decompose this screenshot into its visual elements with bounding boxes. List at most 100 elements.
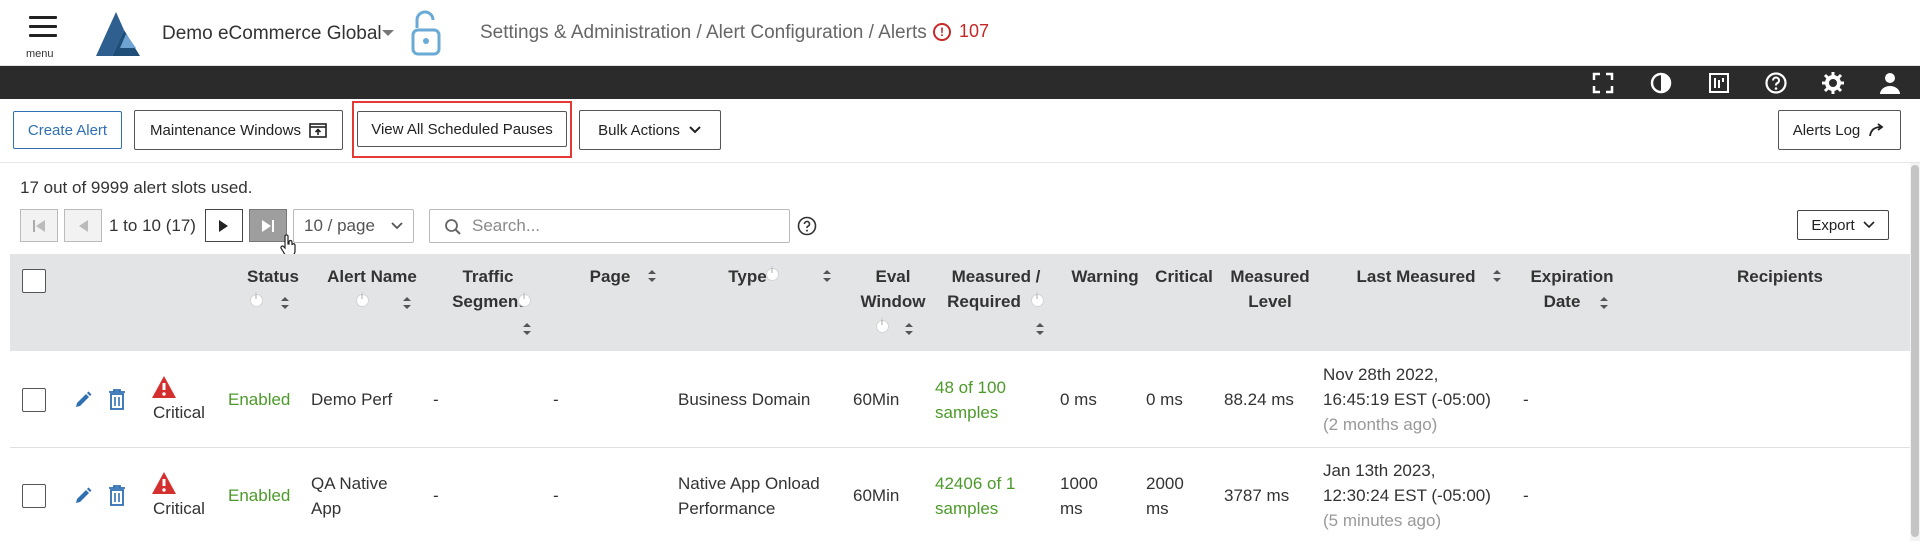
measured-level: 88.24 ms (1224, 390, 1294, 409)
chevron-down-icon[interactable] (382, 30, 394, 36)
delete-icon[interactable] (108, 484, 126, 506)
sort-icon[interactable] (522, 322, 532, 336)
info-icon[interactable] (250, 291, 263, 307)
measured-required: 42406 of 1 (935, 474, 1016, 493)
next-page-button[interactable] (205, 209, 243, 242)
info-icon[interactable] (518, 291, 531, 307)
sort-icon[interactable] (1599, 296, 1609, 310)
info-icon[interactable] (766, 265, 779, 281)
page: - (553, 390, 559, 409)
type: Business Domain (678, 390, 811, 409)
report-icon[interactable] (1706, 70, 1732, 96)
info-icon[interactable] (1031, 291, 1044, 307)
fullscreen-icon[interactable] (1590, 70, 1616, 96)
sort-icon[interactable] (822, 269, 832, 283)
last-measured-relative: (2 months ago) (1323, 415, 1438, 434)
expiration-date: - (1523, 390, 1529, 409)
last-page-icon (262, 219, 274, 232)
eval-window: 60Min (853, 390, 900, 409)
last-measured-date: Jan 13th 2023, (1323, 461, 1436, 480)
column-eval-window[interactable]: Eval (848, 264, 938, 289)
edit-icon[interactable] (73, 486, 93, 506)
chevron-down-icon (1863, 221, 1875, 229)
sort-icon[interactable] (647, 269, 657, 283)
select-all-checkbox[interactable] (22, 269, 46, 293)
column-alert-name[interactable]: Alert Name (312, 264, 432, 289)
column-eval-window-line2[interactable]: Window (848, 289, 938, 314)
scrollbar-thumb[interactable] (1911, 165, 1919, 537)
help-icon[interactable] (797, 216, 817, 236)
highlight-box (352, 101, 572, 158)
column-last-measured[interactable]: Last Measured (1330, 264, 1502, 289)
previous-page-button[interactable] (64, 209, 102, 242)
column-measured-required[interactable]: Measured / (934, 264, 1058, 289)
column-expiration-date-line2[interactable]: Date (1522, 289, 1602, 314)
first-page-button[interactable] (20, 209, 58, 242)
toolbar: Create Alert Maintenance Windows View Al… (0, 99, 1920, 163)
help-icon[interactable] (1763, 70, 1789, 96)
info-icon[interactable] (876, 317, 889, 333)
slots-used-text: 17 out of 9999 alert slots used. (20, 178, 253, 197)
traffic-segment: - (433, 486, 439, 505)
gear-icon[interactable] (1820, 70, 1846, 96)
delete-icon[interactable] (108, 388, 126, 410)
sort-icon[interactable] (904, 322, 914, 336)
last-measured-time: 12:30:24 EST (-05:00) (1323, 486, 1491, 505)
sort-icon[interactable] (280, 296, 290, 310)
page-range: 1 to 10 (17) (109, 216, 196, 235)
alerts-log-button[interactable]: Alerts Log (1778, 110, 1901, 150)
alert-name: QA Native (311, 474, 388, 493)
export-label: Export (1811, 216, 1855, 234)
menu-label: menu (26, 48, 54, 60)
search-icon (445, 219, 461, 235)
warning-icon (152, 376, 176, 398)
severity: Critical (153, 403, 205, 422)
last-measured-relative: (5 minutes ago) (1323, 511, 1442, 530)
alert-count: 107 (959, 21, 990, 41)
per-page-select[interactable]: 10 / page (293, 209, 414, 243)
user-icon[interactable] (1877, 70, 1903, 96)
sort-icon[interactable] (1492, 269, 1502, 283)
type-line2: Performance (678, 499, 776, 518)
export-button[interactable]: Export (1797, 210, 1889, 240)
measured-level: 3787 ms (1224, 486, 1290, 505)
alert-count-badge[interactable]: ! 107 (933, 21, 989, 42)
last-measured-date: Nov 28th 2022, (1323, 365, 1439, 384)
column-expiration-date[interactable]: Expiration (1522, 264, 1622, 289)
alert-name: Demo Perf (311, 390, 393, 409)
info-icon[interactable] (356, 291, 369, 307)
calendar-upload-icon (309, 123, 327, 138)
chevron-down-icon (689, 126, 701, 134)
column-status[interactable]: Status (233, 264, 313, 289)
column-measured-required-line2[interactable]: Required (934, 289, 1034, 314)
row-checkbox[interactable] (22, 388, 46, 412)
severity: Critical (153, 499, 205, 518)
menu-button[interactable]: menu (22, 12, 62, 60)
logo-icon (96, 12, 140, 56)
top-bar: menu Demo eCommerce Global Settings & Ad… (0, 0, 1920, 66)
bulk-actions-button[interactable]: Bulk Actions (579, 110, 721, 150)
search-input[interactable] (472, 213, 782, 239)
maintenance-windows-button[interactable]: Maintenance Windows (134, 110, 343, 150)
maintenance-windows-label: Maintenance Windows (150, 121, 301, 139)
status: Enabled (228, 390, 291, 409)
critical-threshold-unit: ms (1146, 499, 1169, 518)
unlock-icon[interactable] (410, 10, 442, 56)
search-box (429, 209, 790, 243)
type: Native App Onload (678, 474, 820, 493)
create-alert-button[interactable]: Create Alert (13, 111, 122, 149)
column-type[interactable]: Type (690, 264, 805, 289)
sort-icon[interactable] (1035, 322, 1045, 336)
alerts-log-label: Alerts Log (1792, 121, 1861, 139)
column-measured-level: Measured (1230, 267, 1310, 286)
vertical-scrollbar[interactable] (1910, 163, 1920, 541)
column-traffic-segment[interactable]: Traffic (430, 264, 546, 289)
contrast-icon[interactable] (1648, 70, 1674, 96)
edit-icon[interactable] (73, 390, 93, 410)
previous-icon (79, 219, 88, 232)
company-name[interactable]: Demo eCommerce Global (162, 23, 382, 45)
sort-icon[interactable] (402, 296, 412, 310)
next-icon (219, 219, 228, 232)
utility-bar (0, 66, 1920, 99)
row-checkbox[interactable] (22, 484, 46, 508)
